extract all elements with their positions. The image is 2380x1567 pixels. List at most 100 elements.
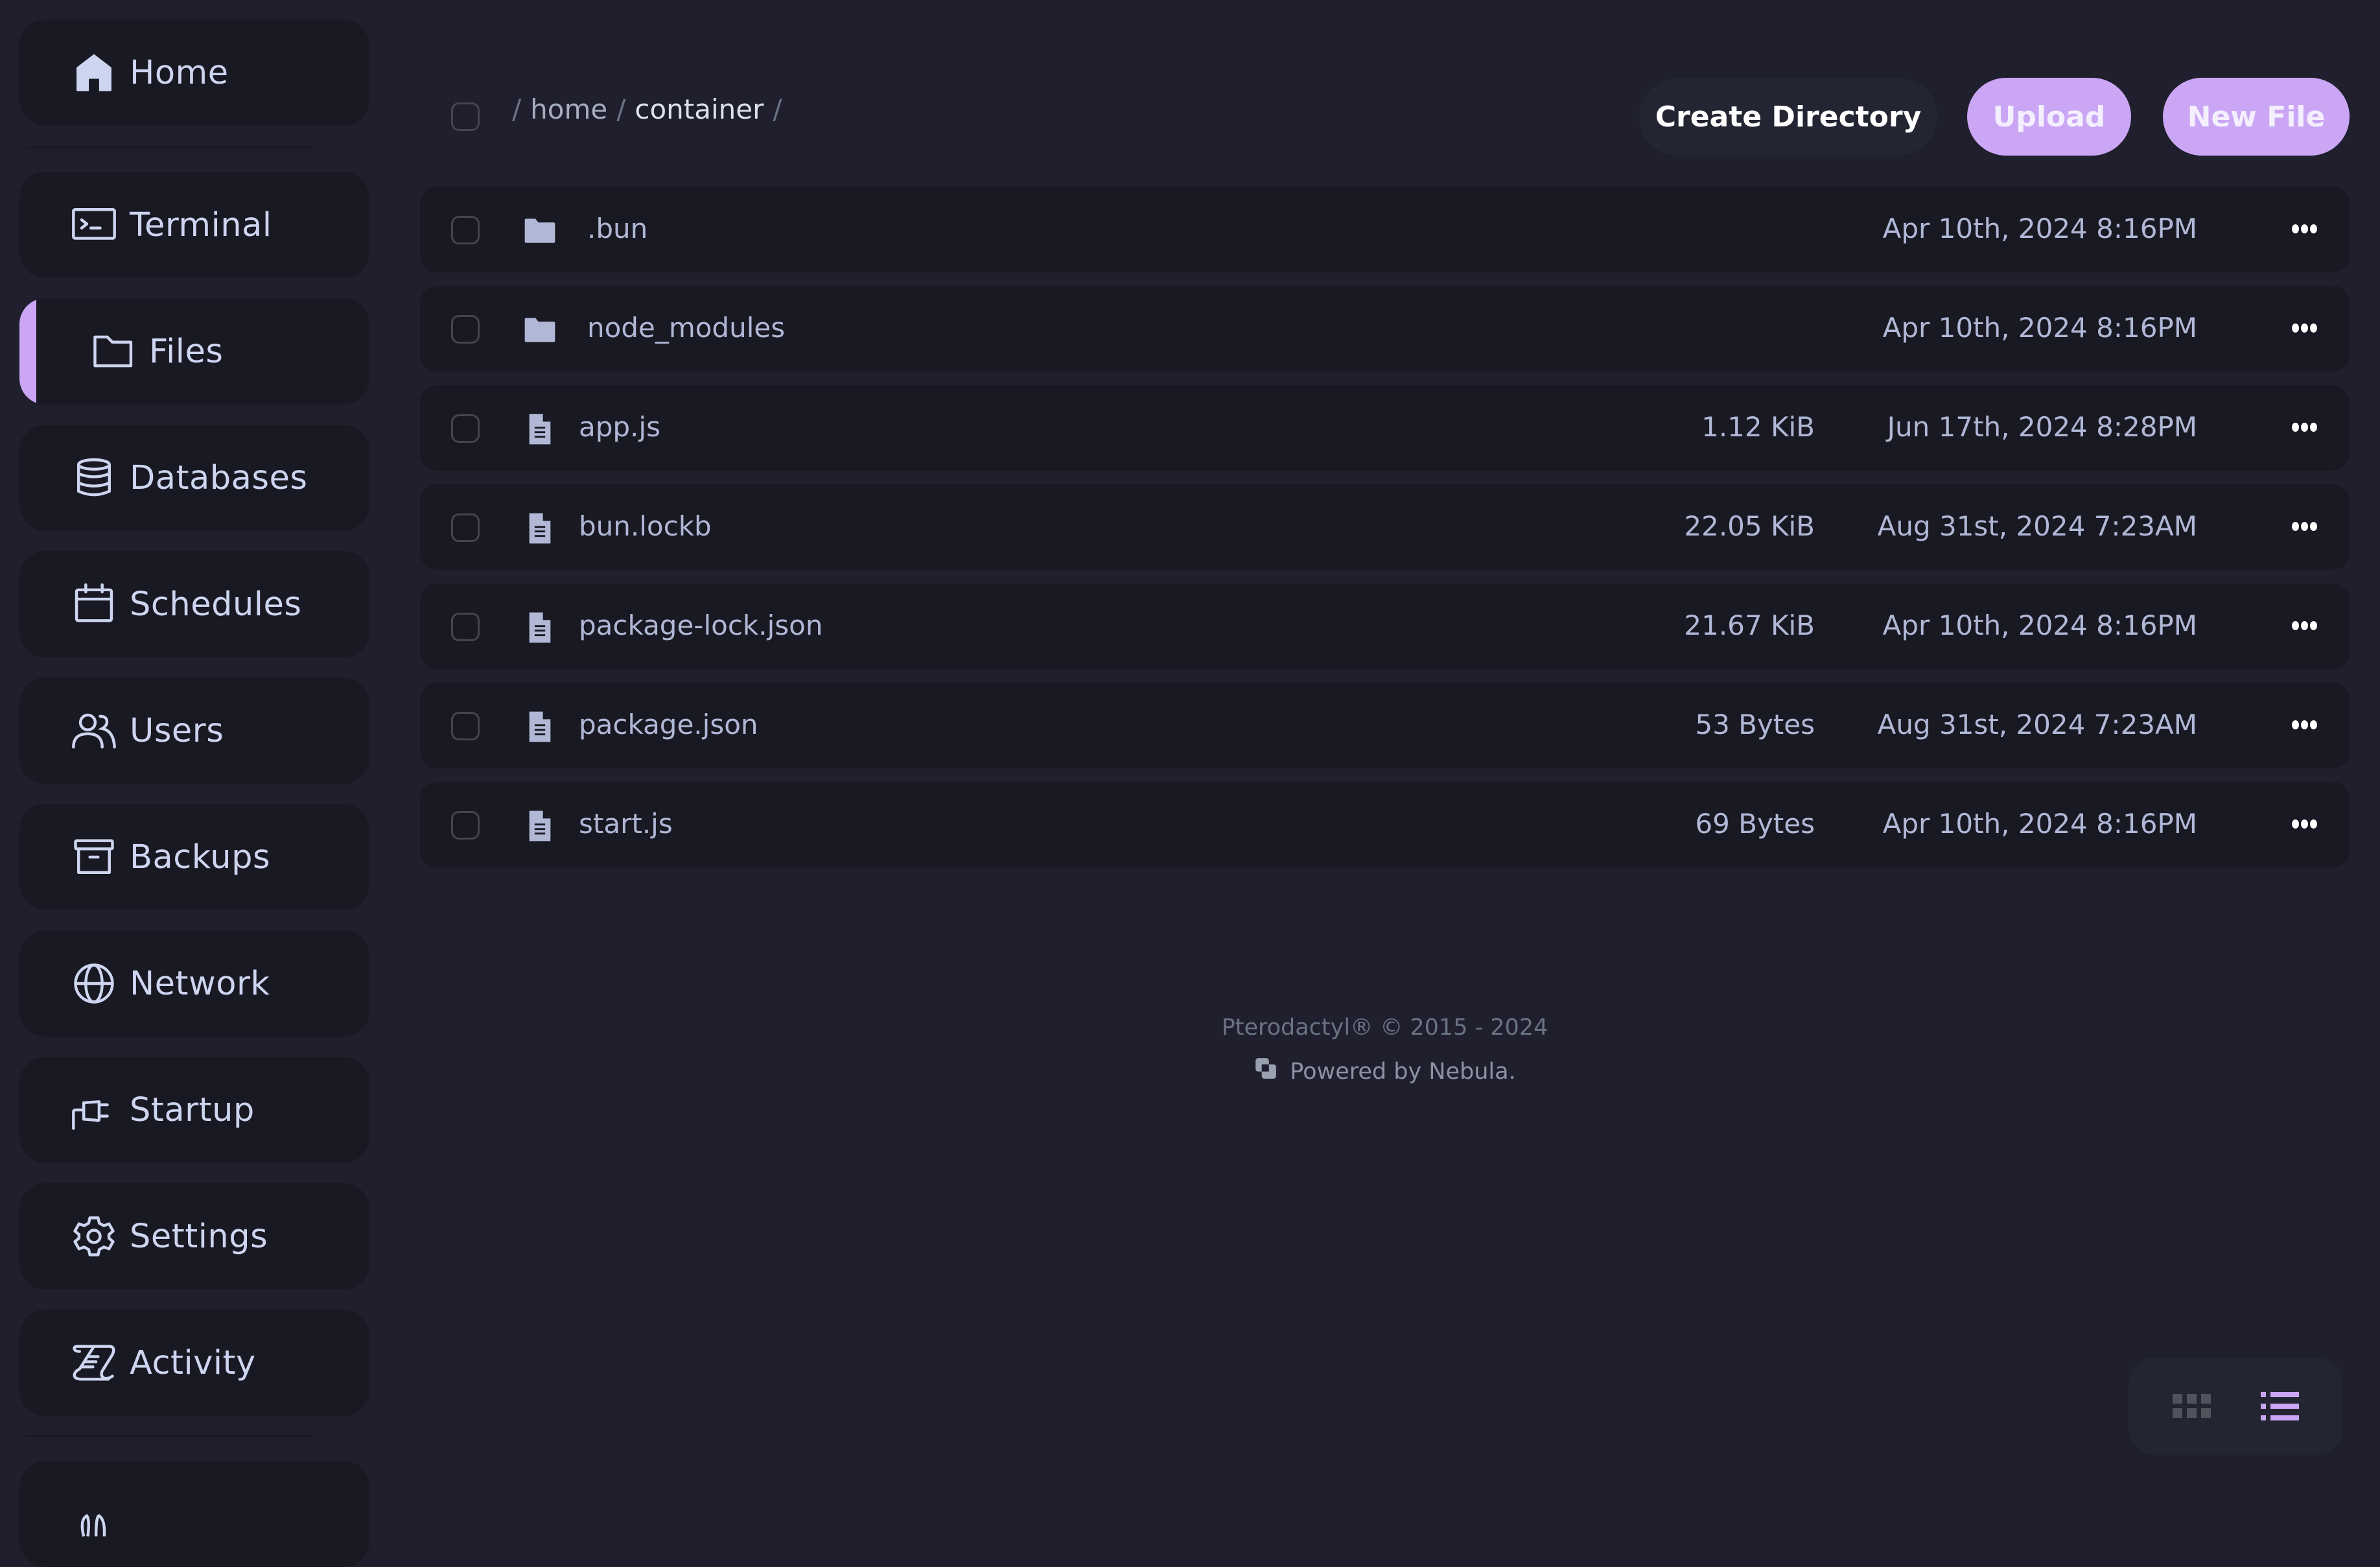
file-manager-header: / home / container / Create Directory Up… xyxy=(420,78,2350,156)
sidebar-item-label: Activity xyxy=(130,1343,256,1382)
breadcrumb-home[interactable]: home xyxy=(530,93,607,125)
row-actions-button[interactable] xyxy=(2288,318,2320,338)
row-actions-button[interactable] xyxy=(2288,418,2320,437)
sidebar-item-databases[interactable]: Databases xyxy=(19,425,369,531)
file-document-icon xyxy=(522,808,558,844)
breadcrumb-container[interactable]: container xyxy=(635,93,764,125)
more-dots-icon xyxy=(2300,522,2308,531)
sidebar-item-users[interactable]: Users xyxy=(19,677,369,784)
sidebar-item-activity[interactable]: Activity xyxy=(19,1310,369,1416)
more-dots-icon xyxy=(2291,819,2299,829)
more-dots-icon xyxy=(2300,621,2308,630)
copyright-text: Pterodactyl® © 2015 - 2024 xyxy=(1221,1015,1548,1041)
sidebar-item-backups[interactable]: Backups xyxy=(19,804,369,910)
sidebar-item-network[interactable]: Network xyxy=(19,930,369,1037)
more-dots-icon xyxy=(2309,224,2317,233)
file-row[interactable]: app.js 1.12 KiB Jun 17th, 2024 8:28PM xyxy=(420,385,2350,471)
globe-icon xyxy=(68,958,120,1009)
row-checkbox[interactable] xyxy=(451,315,480,344)
view-toggle xyxy=(2129,1358,2342,1455)
sidebar-item-files[interactable]: Files xyxy=(19,298,369,405)
archive-box-icon xyxy=(68,831,120,883)
more-dots-icon xyxy=(2300,720,2308,729)
sidebar-item-label: Users xyxy=(130,711,224,750)
sidebar-item-label: Network xyxy=(130,964,270,1003)
file-name[interactable]: .bun xyxy=(587,213,648,244)
gear-icon xyxy=(68,1210,120,1262)
file-row[interactable]: .bun Apr 10th, 2024 8:16PM xyxy=(420,187,2350,272)
file-modified-date: Apr 10th, 2024 8:16PM xyxy=(1882,808,2197,840)
select-all-checkbox[interactable] xyxy=(451,102,480,131)
list-view-button[interactable] xyxy=(2258,1387,2304,1426)
row-actions-button[interactable] xyxy=(2288,517,2320,536)
more-dots-icon xyxy=(2309,423,2317,432)
more-dots-icon xyxy=(2300,819,2308,829)
more-dots-icon xyxy=(2309,720,2317,729)
grid-view-button[interactable] xyxy=(2171,1387,2216,1426)
sidebar-item-settings[interactable]: Settings xyxy=(19,1183,369,1290)
sidebar-item-terminal[interactable]: Terminal xyxy=(19,172,369,278)
row-checkbox[interactable] xyxy=(451,216,480,244)
file-document-icon xyxy=(522,609,558,646)
file-row[interactable]: start.js 69 Bytes Apr 10th, 2024 8:16PM xyxy=(420,782,2350,867)
sidebar-item-startup[interactable]: Startup xyxy=(19,1057,369,1163)
file-name[interactable]: start.js xyxy=(579,808,673,840)
sidebar-item-home[interactable]: Home xyxy=(19,19,369,126)
file-name[interactable]: bun.lockb xyxy=(579,510,712,542)
more-dots-icon xyxy=(2309,819,2317,829)
more-dots-icon xyxy=(2291,224,2299,233)
row-actions-button[interactable] xyxy=(2288,814,2320,834)
row-checkbox[interactable] xyxy=(451,811,480,840)
row-checkbox[interactable] xyxy=(451,414,480,443)
sidebar-item-schedules[interactable]: Schedules xyxy=(19,551,369,657)
row-actions-button[interactable] xyxy=(2288,715,2320,735)
file-size: 53 Bytes xyxy=(1695,709,1815,740)
powered-by[interactable]: Powered by Nebula. xyxy=(420,1056,2350,1087)
more-dots-icon xyxy=(2300,423,2308,432)
sidebar-item-label: Files xyxy=(149,332,224,371)
users-icon xyxy=(68,705,120,757)
file-row[interactable]: bun.lockb 22.05 KiB Aug 31st, 2024 7:23AM xyxy=(420,484,2350,570)
file-name[interactable]: package-lock.json xyxy=(579,609,822,641)
file-row[interactable]: node_modules Apr 10th, 2024 8:16PM xyxy=(420,286,2350,371)
row-checkbox[interactable] xyxy=(451,613,480,641)
breadcrumb-separator: / xyxy=(616,93,626,125)
nebula-logo-icon xyxy=(1254,1056,1278,1087)
file-size: 21.67 KiB xyxy=(1684,609,1815,641)
row-actions-button[interactable] xyxy=(2288,219,2320,239)
row-checkbox[interactable] xyxy=(451,513,480,542)
file-name[interactable]: package.json xyxy=(579,709,758,740)
file-name[interactable]: node_modules xyxy=(587,312,785,344)
file-row[interactable]: package.json 53 Bytes Aug 31st, 2024 7:23A… xyxy=(420,683,2350,768)
breadcrumb: / home / container / xyxy=(512,93,782,125)
more-dots-icon xyxy=(2291,720,2299,729)
terminal-icon xyxy=(68,199,120,251)
row-actions-button[interactable] xyxy=(2288,616,2320,635)
file-size: 69 Bytes xyxy=(1695,808,1815,840)
folder-icon xyxy=(522,312,558,348)
database-icon xyxy=(68,452,120,504)
create-directory-button[interactable]: Create Directory xyxy=(1639,78,1937,156)
more-dots-icon xyxy=(2291,621,2299,630)
file-modified-date: Apr 10th, 2024 8:16PM xyxy=(1882,312,2197,344)
sidebar-divider xyxy=(26,147,312,148)
more-dots-icon xyxy=(2291,423,2299,432)
more-dots-icon xyxy=(2291,324,2299,333)
partial-item-icon xyxy=(68,1490,120,1542)
sidebar-item-label: Backups xyxy=(130,838,271,877)
home-icon xyxy=(68,47,120,99)
new-file-button[interactable]: New File xyxy=(2163,78,2350,156)
active-indicator xyxy=(19,298,36,405)
sidebar-item-label: Schedules xyxy=(130,585,302,624)
file-document-icon xyxy=(522,510,558,547)
sidebar-item-partial[interactable] xyxy=(19,1461,369,1567)
file-row[interactable]: package-lock.json 21.67 KiB Apr 10th, 2024… xyxy=(420,583,2350,669)
breadcrumb-separator: / xyxy=(512,93,522,125)
file-modified-date: Jun 17th, 2024 8:28PM xyxy=(1887,411,2197,443)
file-name[interactable]: app.js xyxy=(579,411,660,443)
file-document-icon xyxy=(522,411,558,447)
file-size: 1.12 KiB xyxy=(1701,411,1815,443)
upload-button[interactable]: Upload xyxy=(1967,78,2131,156)
folder-icon xyxy=(522,213,558,249)
row-checkbox[interactable] xyxy=(451,712,480,740)
